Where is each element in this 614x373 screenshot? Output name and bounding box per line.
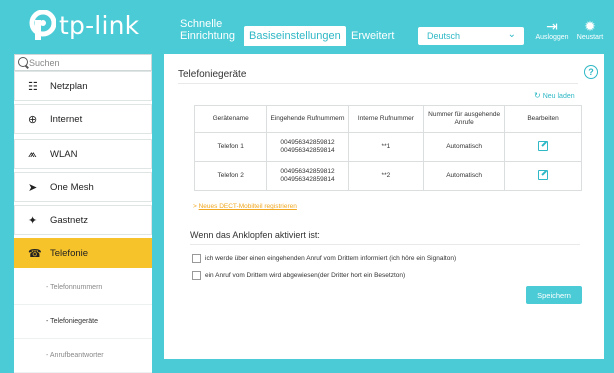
edit-cell: [504, 132, 582, 162]
sidebar-item-one-mesh[interactable]: ➤ One Mesh: [14, 172, 152, 202]
sidebar-item-label: Internet: [50, 113, 83, 125]
column-header: Bearbeiten: [504, 105, 582, 133]
sidebar-subitem-telefonnummern[interactable]: - Telefonnummern: [14, 271, 152, 305]
column-header: Nummer für ausgehende Anrufe: [423, 105, 506, 133]
sidebar-item-telefonie[interactable]: ☎ Telefonie: [14, 238, 152, 268]
outgoing-number: Automatisch: [423, 132, 506, 162]
sidebar-item-label: Netzplan: [50, 80, 88, 92]
table-row: Telefon 1 004956342859812 00495634285981…: [193, 132, 582, 162]
sidebar-subitem-anrufbeantworter[interactable]: - Anrufbeantworter: [14, 339, 152, 373]
table-header-row: Gerätename Eingehende Rufnummern Interne…: [193, 105, 582, 133]
reload-button[interactable]: ↻ Neu laden: [534, 91, 575, 100]
search-icon: [18, 57, 28, 67]
tab-basic-settings[interactable]: Basiseinstellungen: [244, 26, 346, 46]
main-panel: ? Telefoniegeräte ↻ Neu laden Gerätename …: [164, 54, 604, 359]
top-bar: tp-link Schnelle Einrichtung Basiseinste…: [0, 0, 614, 54]
sidebar-item-internet[interactable]: ⊕ Internet: [14, 104, 152, 134]
edit-icon[interactable]: [538, 169, 549, 180]
sidebar-item-label: One Mesh: [50, 181, 94, 193]
tab-advanced[interactable]: Erweitert: [351, 30, 394, 42]
logo-text: tp-link: [59, 10, 140, 40]
reload-label: Neu laden: [542, 93, 575, 100]
sidebar-item-label: Telefonie: [50, 247, 89, 259]
call-waiting-title: Wenn das Anklopfen aktiviert ist:: [190, 230, 320, 240]
internal-number: **1: [347, 132, 425, 162]
column-header: Eingehende Rufnummern: [266, 105, 349, 133]
tp-link-logo-icon: [29, 10, 56, 40]
option-label: ein Anruf vom Drittem wird abgewiesen(de…: [205, 272, 406, 279]
section-title: Telefoniegeräte: [178, 69, 247, 80]
tp-link-logo[interactable]: tp-link: [26, 10, 139, 40]
incoming-number: 004956342859814: [280, 176, 335, 183]
network-map-icon: ☷: [28, 80, 38, 93]
restart-icon: ✹: [584, 18, 596, 34]
dect-register-label: Neues DECT-Mobilteil registrieren: [198, 203, 297, 210]
tab-quick-setup[interactable]: Schnelle Einrichtung: [180, 18, 240, 42]
devices-table: Gerätename Eingehende Rufnummern Interne…: [193, 105, 582, 191]
incoming-number: 004956342859812: [280, 168, 335, 175]
sidebar-item-label: WLAN: [50, 148, 78, 160]
globe-icon: ⊕: [28, 113, 38, 126]
search-input[interactable]: Suchen: [14, 54, 152, 71]
logout-label: Ausloggen: [535, 34, 569, 41]
checkbox[interactable]: [192, 254, 201, 263]
outgoing-number: Automatisch: [423, 161, 506, 191]
language-select-value: Deutsch: [427, 31, 461, 41]
sidebar-item-netzplan[interactable]: ☷ Netzplan: [14, 71, 152, 101]
device-name: Telefon 1: [193, 132, 268, 162]
guest-network-icon: ✦: [28, 214, 38, 227]
sidebar-subitem-telefoniegeraete[interactable]: - Telefoniegeräte: [14, 305, 152, 339]
internal-number: **2: [347, 161, 425, 191]
table-row: Telefon 2 004956342859812 00495634285981…: [193, 161, 582, 191]
divider: [190, 244, 580, 245]
option-notify-checkbox[interactable]: ich werde über einen eingehenden Anruf v…: [192, 254, 456, 263]
divider: [178, 83, 578, 84]
incoming-numbers: 004956342859812 004956342859814: [266, 132, 349, 162]
reload-icon: ↻: [534, 91, 541, 100]
wifi-icon: ⩕: [28, 147, 37, 160]
sidebar: Suchen ☷ Netzplan ⊕ Internet ⩕ WLAN ➤ On…: [14, 54, 152, 373]
restart-label: Neustart: [576, 34, 604, 41]
sidebar-item-label: Gastnetz: [50, 214, 89, 226]
checkbox[interactable]: [192, 271, 201, 280]
column-header: Gerätename: [193, 105, 268, 133]
sidebar-item-wlan[interactable]: ⩕ WLAN: [14, 139, 152, 169]
help-icon[interactable]: ?: [584, 65, 598, 79]
phone-icon: ☎: [28, 247, 42, 260]
incoming-number: 004956342859814: [280, 147, 335, 154]
incoming-number: 004956342859812: [280, 139, 335, 146]
dect-register-link[interactable]: > Neues DECT-Mobilteil registrieren: [193, 203, 297, 210]
column-header: Interne Rufnummer: [347, 105, 425, 133]
chevron-down-icon: ⌄: [507, 29, 516, 40]
search-placeholder: Suchen: [29, 57, 60, 68]
restart-button[interactable]: ✹ Neustart: [568, 18, 612, 41]
option-label: ich werde über einen eingehenden Anruf v…: [205, 255, 457, 262]
option-reject-checkbox[interactable]: ein Anruf vom Drittem wird abgewiesen(de…: [192, 271, 405, 280]
edit-cell: [504, 161, 582, 191]
device-name: Telefon 2: [193, 161, 268, 191]
language-select[interactable]: Deutsch ⌄: [418, 27, 524, 45]
sidebar-item-gastnetz[interactable]: ✦ Gastnetz: [14, 205, 152, 235]
save-button[interactable]: Speichern: [526, 286, 582, 304]
incoming-numbers: 004956342859812 004956342859814: [266, 161, 349, 191]
mesh-icon: ➤: [28, 181, 38, 194]
edit-icon[interactable]: [538, 140, 549, 151]
tab-quick-setup-label: Schnelle Einrichtung: [180, 18, 236, 42]
